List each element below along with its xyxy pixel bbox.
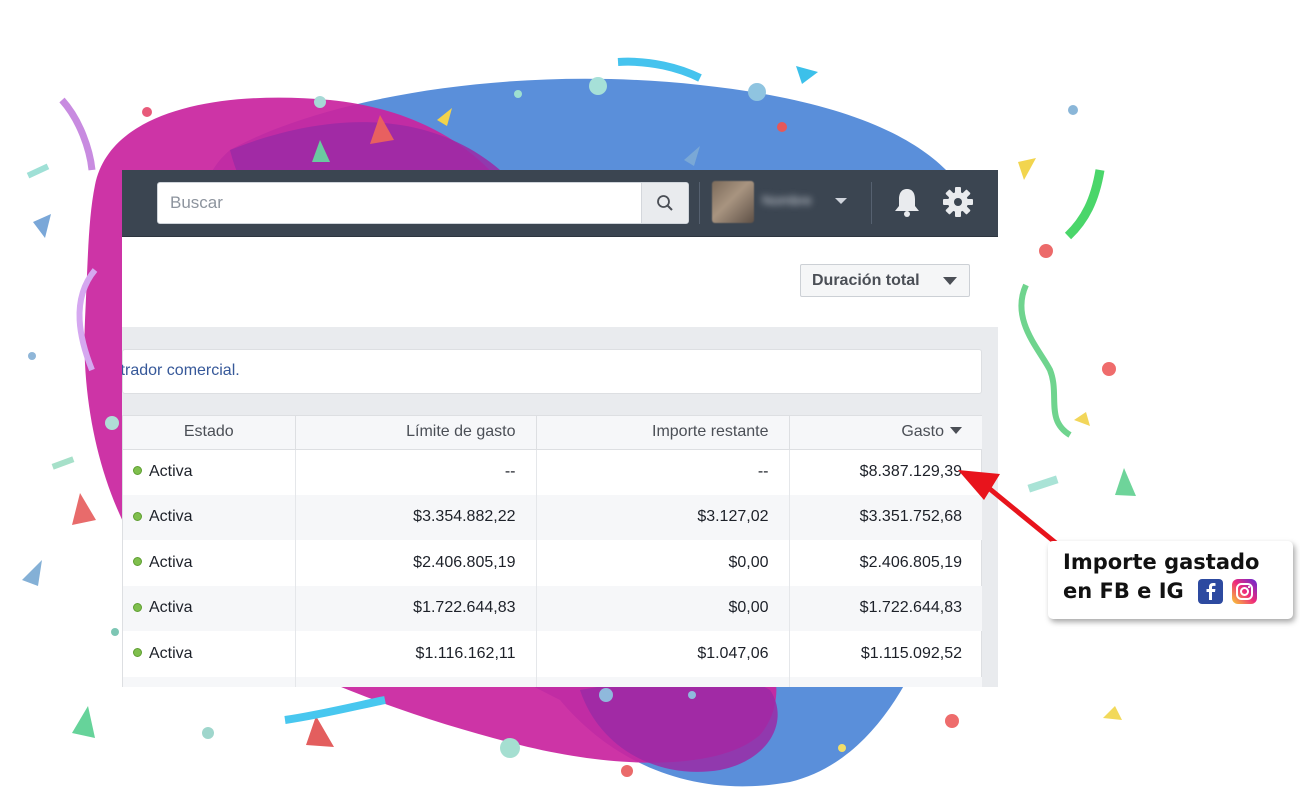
annotation-arrow	[958, 470, 1065, 551]
facebook-icon	[1197, 579, 1223, 604]
callout-label: Importe gastado en FB e IG	[1048, 541, 1293, 619]
callout-line1: Importe gastado	[1063, 550, 1260, 574]
instagram-icon	[1231, 579, 1257, 604]
callout-line2: en FB e IG	[1063, 579, 1184, 603]
